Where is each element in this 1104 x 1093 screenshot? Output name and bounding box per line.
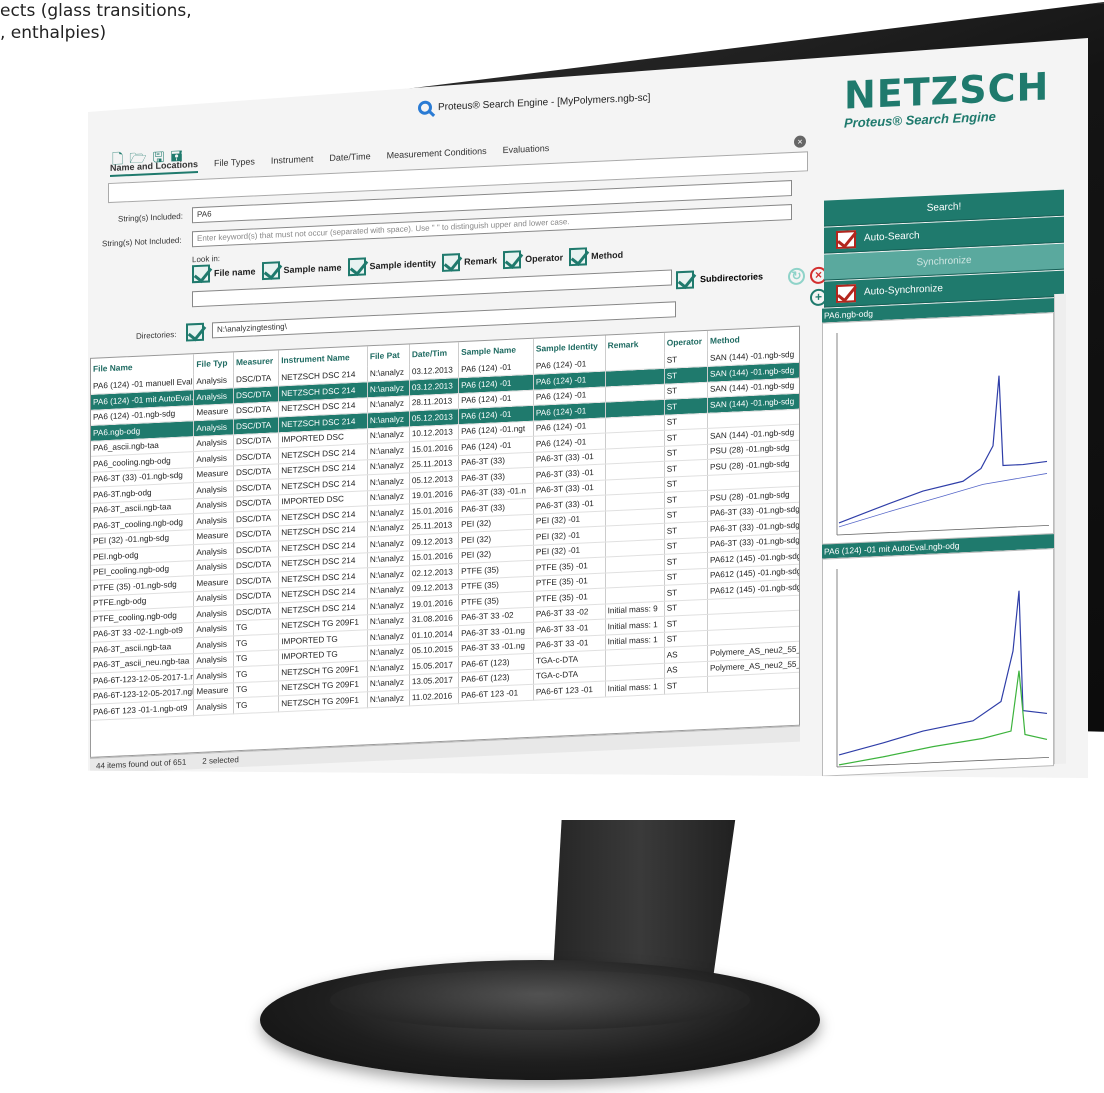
checkbox-icon [836,283,856,303]
not-included-label: String(s) Not Included: [102,235,182,249]
tab-evaluations[interactable]: Evaluations [503,143,550,159]
selected-count: 2 selected [202,755,239,766]
heating-curve [838,590,1048,756]
column-file-type[interactable]: File Typ [193,352,234,375]
table-cell: Analysis [193,372,234,390]
search-engine-icon [418,100,432,116]
table-body: PA6 (124) -01 manuell Eval.n Analysis DSC/… [91,346,800,720]
column-operator[interactable]: Operator [664,330,708,353]
look-in-label: Look in: [192,254,221,265]
refresh-icon[interactable]: ↻ [788,267,805,286]
tab-file-types[interactable]: File Types [214,156,255,172]
table-cell: Analysis [193,449,234,468]
baseline-curve [838,473,1048,528]
table-cell: 11.02.2016 [409,687,459,706]
table-cell: Analysis [193,589,234,607]
column-file-path[interactable]: File Pat [367,344,410,367]
plot-axis-x [837,756,1049,768]
plot-axis-x [837,524,1049,536]
checkbox-icon [347,257,366,277]
table-cell: Initial mass: 1 [605,678,665,697]
table-cell: N:\analyz [367,689,410,708]
table-cell: Analysis [193,697,234,716]
directories-label: Directories: [136,329,177,341]
checkbox-icon [442,253,461,272]
table-cell: ST [664,676,708,694]
brand-logo: NETZSCH Proteus® Search Engine [844,64,1064,130]
table-cell: Analysis [193,635,234,654]
look-in-remark[interactable]: Remark [442,251,497,272]
table-cell: TG [233,695,279,714]
results-table: File Name File Typ Measurer Instrument N… [90,325,800,758]
window-title: Proteus® Search Engine - [MyPolymers.ngb… [438,91,651,113]
table-cell: Analysis [193,558,234,576]
preview-2-plot [822,548,1054,777]
checkbox-icon [569,247,588,267]
caption-text: ects (glass transitions, , enthalpies) [0,0,192,44]
table-cell: Measure [193,527,234,545]
netzsch-logo: NETZSCH [844,64,1050,118]
dsc-curve-plot-1 [836,332,1049,536]
table-cell: Analysis [193,651,234,669]
table-cell: PA6-6T 123 -01-1.ngb-ot9 [91,699,194,720]
table-cell: PA6-6T 123 -01 [533,681,606,700]
table-cell: Analysis [193,418,234,437]
checkbox-icon [192,264,210,284]
preview-1-plot [822,312,1054,545]
table-cell: PA6-6T 123 -01 [458,684,534,704]
directories-checkbox[interactable] [186,322,204,342]
table-cell: Measure [193,465,234,483]
tab-instrument[interactable]: Instrument [271,154,314,170]
column-remark[interactable]: Remark [605,332,665,356]
directories-input[interactable]: N:\analyzingtesting\ [212,301,676,339]
tab-name-and-locations[interactable]: Name and Locations [110,159,199,178]
checkbox-icon [261,261,280,281]
table-cell: Analysis [193,511,234,530]
table-cell [707,671,800,692]
table-cell: Analysis [193,434,234,452]
table-cell: Analysis [193,387,234,406]
checkbox-icon [676,270,694,290]
tab-date-time[interactable]: Date/Time [329,151,370,167]
column-measurer[interactable]: Measurer [233,350,279,373]
window-title-bar: Proteus® Search Engine - [MyPolymers.ngb… [418,90,651,116]
table-cell: Analysis [193,496,234,514]
subdirectories-option[interactable]: Subdirectories [676,267,763,290]
table-cell: Analysis [193,542,234,561]
look-in-sample-identity[interactable]: Sample identity [347,254,436,277]
items-found-count: 44 items found out of 651 [96,757,187,771]
table-cell: Measure [193,403,234,421]
tab-measurement-conditions[interactable]: Measurement Conditions [387,146,487,165]
table-cell: Measure [193,682,234,700]
clear-filter-icon[interactable]: × [794,135,806,148]
look-in-file-name[interactable]: File name [192,262,256,284]
look-in-method[interactable]: Method [569,246,623,267]
dsc-curve-plot-2 [836,568,1049,768]
look-in-sample-name[interactable]: Sample name [261,258,342,281]
dsc-curve [838,375,1048,524]
table-cell: Analysis [193,666,234,685]
table-cell: NETZSCH TG 209F1 [278,691,368,712]
checkbox-icon [503,250,522,270]
caption-line-2: , enthalpies) [0,23,107,43]
table-cell: Analysis [193,604,234,623]
monitor-base-highlight [330,970,750,1030]
table-cell: Analysis [193,480,234,499]
look-in-operator[interactable]: Operator [503,248,563,270]
preview-scrollbar[interactable] [1054,293,1066,765]
column-date-time[interactable]: Date/Tim [409,342,459,365]
app-window: – □ ✕ Proteus® Search Engine - [MyPolyme… [88,38,1088,778]
caption-line-1: ects (glass transitions, [0,1,192,21]
table-cell: Measure [193,573,234,592]
table-cell: Analysis [193,620,234,638]
cooling-curve [838,670,1048,766]
checkbox-icon [836,229,856,249]
included-label: String(s) Included: [118,211,183,224]
